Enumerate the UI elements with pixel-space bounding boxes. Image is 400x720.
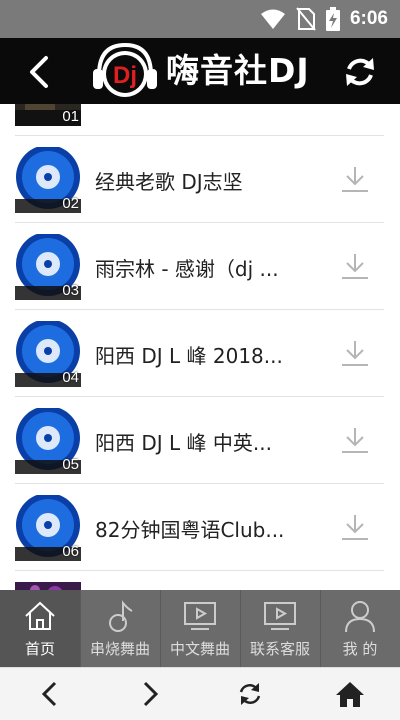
logo-text: Dj [113,62,137,89]
track-thumbnail: 06 [15,495,81,561]
track-title: 阳西 DJ L 峰 中英... [95,431,272,455]
battery-charging-icon [325,7,340,31]
track-list: 01 02 经典老歌 DJ志坚 03 雨宗林 - 感谢（dj ... 04 阳西… [0,104,400,590]
home-icon [25,601,55,630]
track-number: 01 [62,108,79,125]
tab-label: 串烧舞曲 [89,640,150,658]
tab-medley[interactable]: 串烧舞曲 [80,590,160,667]
track-number: 02 [62,195,79,212]
bottom-tab-bar: 首页 串烧舞曲 中文舞曲 联系客服 我 的 [0,590,400,667]
nav-reload-button[interactable] [230,674,270,714]
status-bar: 6:06 [0,0,400,38]
nav-forward-button[interactable] [130,674,170,714]
app-logo: Dj [91,41,159,103]
status-icons: 6:06 [260,0,388,38]
track-thumbnail: 02 [15,147,81,213]
tab-home[interactable]: 首页 [0,590,80,667]
refresh-icon [346,58,374,86]
tab-chinese-dance[interactable]: 中文舞曲 [160,590,240,667]
nav-back-button[interactable] [30,674,70,714]
tv-play-icon [264,602,296,630]
refresh-button[interactable] [340,52,380,92]
track-title: 阳西 DJ L 峰 2018... [95,344,283,368]
chevron-left-icon [30,56,48,88]
list-item[interactable]: 05 阳西 DJ L 峰 中英... [0,397,400,484]
download-icon [342,167,368,192]
status-time: 6:06 [349,8,388,29]
browser-nav-bar [0,667,400,720]
track-number: 05 [62,456,79,473]
track-title: 经典老歌 DJ志坚 [95,170,243,194]
list-item[interactable]: 03 雨宗林 - 感谢（dj ... [0,223,400,310]
track-title: 82分钟国粤语Club... [95,518,285,542]
track-number: 06 [62,543,79,560]
download-button[interactable] [340,251,370,281]
download-button[interactable] [340,425,370,455]
music-note-icon [109,600,133,632]
list-item[interactable]: 02 经典老歌 DJ志坚 [0,136,400,223]
tab-label: 中文舞曲 [169,640,230,658]
track-number: 04 [62,369,79,386]
track-thumbnail: 03 [15,234,81,300]
track-thumbnail [15,582,81,590]
track-number: 03 [62,282,79,299]
tab-label: 联系客服 [249,640,310,658]
track-thumbnail: 05 [15,408,81,474]
list-item[interactable]: 04 阳西 DJ L 峰 2018... [0,310,400,397]
tv-play-icon [184,602,216,630]
page-title: 嗨音社DJ [166,51,310,90]
tab-customer-service[interactable]: 联系客服 [240,590,320,667]
download-button[interactable] [340,338,370,368]
list-item[interactable] [0,571,400,590]
back-button[interactable] [20,52,60,92]
user-icon [345,601,375,633]
download-icon [342,254,368,279]
forward-arrow-icon [143,681,159,707]
list-item[interactable]: 06 82分钟国粤语Club... [0,484,400,571]
tab-label: 我 的 [342,640,378,658]
download-button[interactable] [340,512,370,542]
track-thumbnail: 04 [15,321,81,387]
app-header: Dj 嗨音社DJ [0,38,400,104]
home-icon [336,682,364,707]
download-button[interactable] [340,164,370,194]
download-icon [342,428,368,453]
download-icon [342,341,368,366]
no-sim-icon [296,7,316,31]
reload-icon [239,683,261,705]
tab-mine[interactable]: 我 的 [320,590,400,667]
download-icon [342,515,368,540]
nav-home-button[interactable] [330,674,370,714]
wifi-icon [260,9,285,29]
list-item[interactable]: 01 [0,104,400,136]
track-title: 雨宗林 - 感谢（dj ... [95,257,279,281]
track-thumbnail: 01 [15,104,81,126]
tab-label: 首页 [24,640,55,658]
back-arrow-icon [41,681,57,707]
